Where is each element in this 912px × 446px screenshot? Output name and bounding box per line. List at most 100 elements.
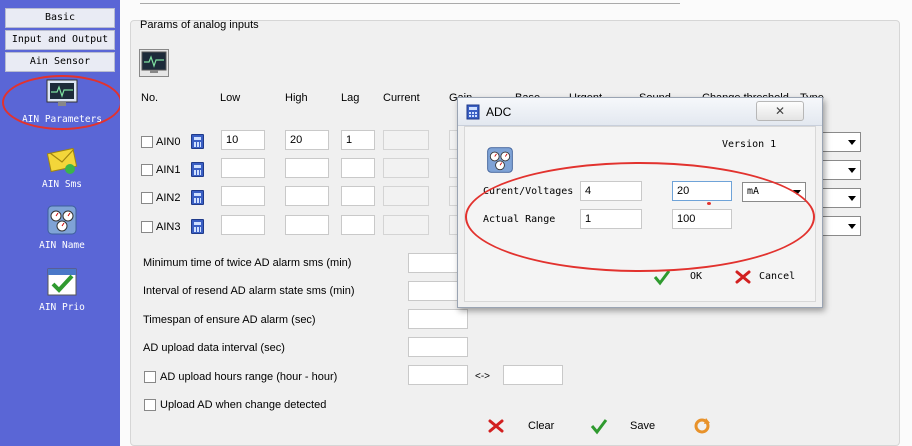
type-select[interactable] bbox=[818, 216, 861, 236]
row-checkbox[interactable] bbox=[141, 192, 153, 204]
sidebar-item-label: AIN Sms bbox=[41, 179, 83, 190]
lag-input[interactable] bbox=[341, 215, 375, 235]
green-check-icon bbox=[653, 270, 671, 286]
group-title: Params of analog inputs bbox=[140, 19, 259, 31]
low-input[interactable] bbox=[221, 186, 265, 206]
calculator-icon bbox=[466, 104, 480, 120]
ok-button[interactable]: OK bbox=[653, 266, 713, 288]
low-input[interactable] bbox=[221, 158, 265, 178]
sidebar-item-label: AIN Parameters bbox=[21, 114, 103, 125]
low-input[interactable] bbox=[221, 215, 265, 235]
unit-select[interactable]: mA bbox=[742, 182, 806, 202]
dialog-title: ADC bbox=[486, 105, 512, 119]
dialog-close-button[interactable]: ✕ bbox=[756, 101, 804, 121]
setting-label: AD upload data interval (sec) bbox=[143, 342, 285, 354]
row-checkbox[interactable] bbox=[141, 136, 153, 148]
sidebar-tab-input-output[interactable]: Input and Output bbox=[5, 30, 115, 50]
version-label: Version 1 bbox=[722, 139, 777, 150]
adc-dialog: ADC ✕ Version 1 Curent/Voltages 4 20 mA … bbox=[457, 97, 823, 308]
sidebar-item-ain-parameters[interactable]: AIN Parameters bbox=[10, 78, 114, 125]
type-select[interactable] bbox=[818, 188, 861, 208]
high-input[interactable]: 20 bbox=[285, 130, 329, 150]
col-low: Low bbox=[220, 92, 241, 104]
calculator-icon[interactable] bbox=[191, 190, 204, 205]
actual-range-label: Actual Range bbox=[483, 214, 556, 225]
chevron-down-icon bbox=[848, 224, 856, 229]
current-field bbox=[383, 186, 429, 206]
hours-to-input[interactable] bbox=[503, 365, 563, 385]
sidebar-item-label: AIN Name bbox=[39, 240, 85, 251]
current-field bbox=[383, 215, 429, 235]
hours-range-checkbox[interactable] bbox=[144, 371, 156, 383]
ok-label: OK bbox=[690, 271, 703, 282]
gauges-icon bbox=[487, 147, 513, 173]
upload-change-checkbox[interactable] bbox=[144, 399, 156, 411]
divider bbox=[140, 3, 680, 4]
save-label: Save bbox=[630, 420, 656, 432]
col-current: Current bbox=[383, 92, 420, 104]
high-input[interactable] bbox=[285, 186, 329, 206]
green-check-icon bbox=[590, 419, 608, 435]
annotation-dot bbox=[707, 202, 711, 205]
current-from-input[interactable]: 4 bbox=[580, 181, 642, 201]
clear-button[interactable]: Clear bbox=[488, 416, 558, 438]
type-select[interactable] bbox=[818, 132, 861, 152]
chevron-down-icon bbox=[793, 190, 801, 195]
setting-input[interactable] bbox=[408, 309, 468, 329]
lag-input[interactable] bbox=[341, 158, 375, 178]
chevron-down-icon bbox=[848, 140, 856, 145]
sidebar-tab-ain-sensor[interactable]: Ain Sensor bbox=[5, 52, 115, 72]
range-to-input[interactable]: 100 bbox=[672, 209, 732, 229]
setting-label: Minimum time of twice AD alarm sms (min) bbox=[143, 257, 352, 269]
high-input[interactable] bbox=[285, 158, 329, 178]
red-x-icon bbox=[735, 270, 751, 284]
lag-input[interactable]: 1 bbox=[341, 130, 375, 150]
row-label: AIN2 bbox=[156, 192, 181, 204]
col-lag: Lag bbox=[341, 92, 360, 104]
monitor-icon bbox=[141, 51, 167, 73]
row-label: AIN3 bbox=[156, 221, 181, 233]
sidebar-item-ain-name[interactable]: AIN Name bbox=[10, 204, 114, 251]
sidebar-item-ain-prio[interactable]: AIN Prio bbox=[10, 266, 114, 313]
close-icon: ✕ bbox=[774, 104, 786, 118]
refresh-icon bbox=[694, 418, 710, 434]
col-no: No. bbox=[141, 92, 159, 104]
calculator-icon[interactable] bbox=[191, 134, 204, 149]
hours-from-input[interactable] bbox=[408, 365, 468, 385]
sidebar-item-label: AIN Prio bbox=[39, 302, 85, 313]
high-input[interactable] bbox=[285, 215, 329, 235]
sidebar-item-ain-sms[interactable]: AIN Sms bbox=[10, 143, 114, 190]
cancel-button[interactable]: Cancel bbox=[735, 266, 805, 288]
sidebar: Basic Input and Output Ain Sensor AIN Pa… bbox=[0, 0, 120, 446]
low-input[interactable]: 10 bbox=[221, 130, 265, 150]
envelope-icon bbox=[45, 143, 79, 175]
col-high: High bbox=[285, 92, 308, 104]
dialog-titlebar: ADC ✕ bbox=[458, 98, 822, 126]
current-to-input[interactable]: 20 bbox=[672, 181, 732, 201]
setting-label: Interval of resend AD alarm state sms (m… bbox=[143, 285, 355, 297]
chevron-down-icon bbox=[848, 196, 856, 201]
sidebar-tab-basic[interactable]: Basic bbox=[5, 8, 115, 28]
clear-label: Clear bbox=[528, 420, 555, 432]
gauges-icon bbox=[45, 204, 79, 236]
type-select[interactable] bbox=[818, 160, 861, 180]
calculator-icon[interactable] bbox=[191, 162, 204, 177]
red-x-icon bbox=[488, 419, 504, 433]
row-label: AIN1 bbox=[156, 164, 181, 176]
current-field bbox=[383, 130, 429, 150]
row-checkbox[interactable] bbox=[141, 221, 153, 233]
monitor-icon bbox=[45, 78, 79, 110]
save-button[interactable]: Save bbox=[590, 416, 660, 438]
upload-change-label: Upload AD when change detected bbox=[160, 399, 327, 411]
row-checkbox[interactable] bbox=[141, 164, 153, 176]
hours-separator: <-> bbox=[475, 371, 491, 382]
row-label: AIN0 bbox=[156, 136, 181, 148]
setting-input[interactable] bbox=[408, 337, 468, 357]
setting-label: Timespan of ensure AD alarm (sec) bbox=[143, 314, 316, 326]
checkmark-window-icon bbox=[45, 266, 79, 298]
range-from-input[interactable]: 1 bbox=[580, 209, 642, 229]
calculator-icon[interactable] bbox=[191, 219, 204, 234]
lag-input[interactable] bbox=[341, 186, 375, 206]
monitor-button[interactable] bbox=[139, 49, 169, 77]
refresh-button[interactable] bbox=[693, 417, 711, 435]
